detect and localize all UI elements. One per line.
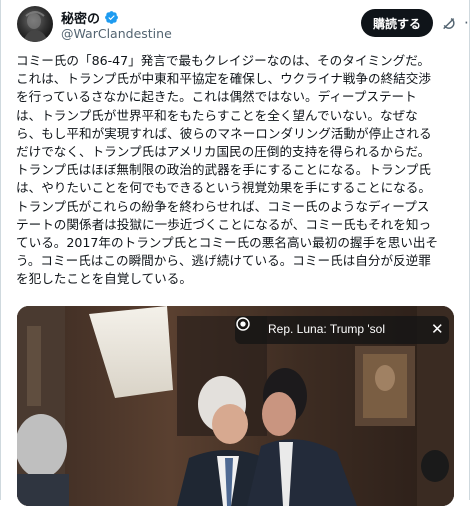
post-text-line: は、トランプ氏が世界平和をもたらすことを全く望んでいない。なぜな: [16, 107, 418, 123]
post-container: 秘密の @WarClandestine 購読する ··· コミー氏の「86-47…: [0, 0, 470, 506]
post-text-line: だけでなく、トランプ氏はアメリカ国民の圧倒的支持を得られるからだ。: [16, 144, 431, 160]
caption-bar: Rep. Luna: Trump 'sol ✕: [235, 316, 449, 344]
post-text-line: う。コミー氏はこの瞬間から、逃げ続けている。コミー氏は自分が反逆罪: [16, 253, 431, 269]
caption-speaker-icon: [236, 317, 250, 331]
video-player[interactable]: Rep. Luna: Trump 'sol ✕: [17, 306, 454, 506]
post-text-line: は、やりたいことを何でもできるという視覚効果を手にすることになる。: [16, 180, 431, 196]
post-text-line: を犯したことを自覚している。: [16, 271, 192, 287]
subscribe-button[interactable]: 購読する: [361, 9, 433, 37]
close-icon[interactable]: ✕: [431, 320, 444, 338]
avatar-image: [23, 11, 48, 42]
grok-icon[interactable]: [441, 16, 457, 32]
post-header: 秘密の @WarClandestine 購読する ···: [17, 6, 470, 46]
post-text-line: ている。2017年のトランプ氏とコミー氏の悪名高い最初の握手を思い出そ: [16, 235, 439, 251]
post-text-line: これは、トランプ氏が中東和平協定を確保し、ウクライナ戦争の終結交渉: [16, 71, 431, 87]
name-row: 秘密の: [61, 8, 119, 27]
caption-text: Rep. Luna: Trump 'sol: [268, 322, 386, 336]
avatar[interactable]: [17, 6, 53, 42]
post-text: コミー氏の「86-47」発言で最もクレイジーなのは、そのタイミングだ。 これは、…: [16, 52, 456, 289]
user-handle[interactable]: @WarClandestine: [61, 26, 172, 41]
post-text-line: を行っているさなかに起きた。これは偶然ではない。ディープステート: [16, 89, 417, 105]
post-text-line: トランプ氏はほぼ無制限の政治的武器を手にすることになる。トランプ氏: [16, 162, 431, 178]
more-icon[interactable]: ···: [464, 14, 470, 32]
verified-badge-icon: [105, 10, 118, 24]
post-text-line: テートの関係者は投獄に一歩近づくことになるが、コミー氏もそれを知っ: [16, 216, 432, 232]
display-name[interactable]: 秘密の: [61, 8, 100, 27]
post-text-line: トランプ氏がこれらの紛争を終わらせれば、コミー氏のようなディープス: [16, 198, 430, 214]
post-text-line: ら、もし平和が実現すれば、彼らのマネーロンダリング活動が停止される: [16, 125, 432, 141]
post-text-line: コミー氏の「86-47」発言で最もクレイジーなのは、そのタイミングだ。: [16, 53, 431, 68]
